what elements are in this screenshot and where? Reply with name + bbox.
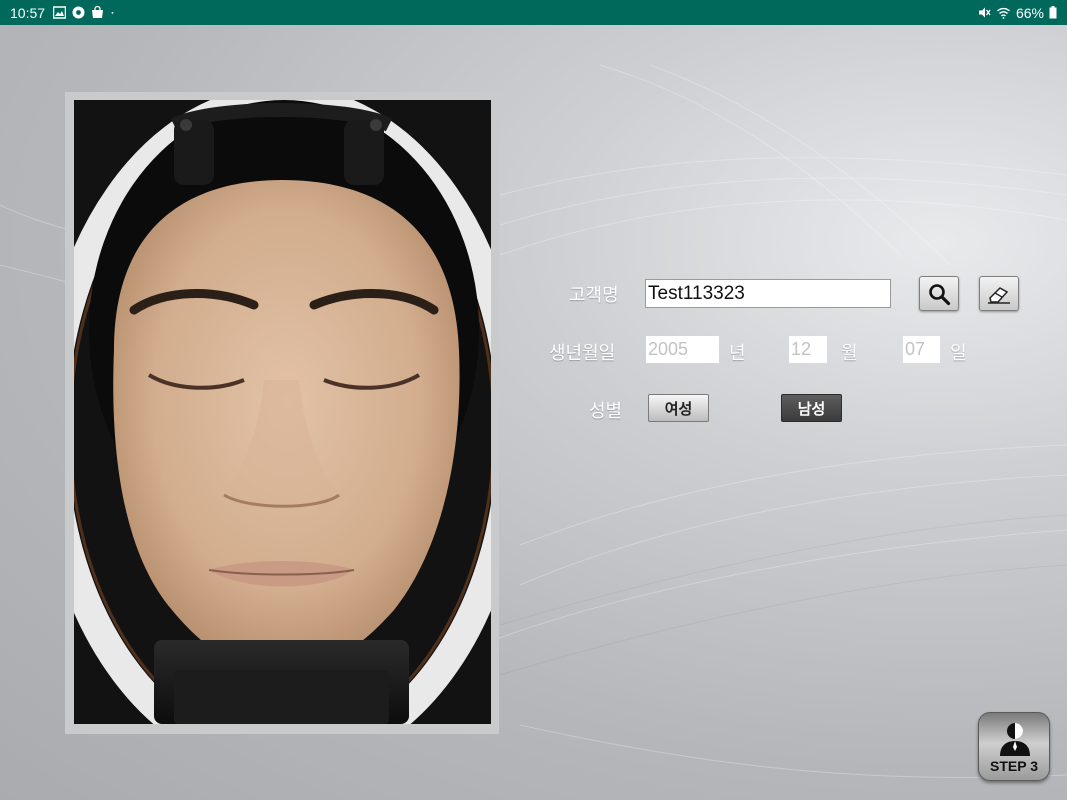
year-unit: 년 (729, 343, 746, 364)
notification-icons (53, 6, 118, 19)
status-right: 66% (978, 0, 1057, 25)
birthdate-label: 생년월일 (549, 343, 616, 364)
search-icon (929, 283, 951, 305)
image-icon (53, 6, 67, 19)
face-photo (74, 100, 491, 724)
clear-button[interactable] (979, 276, 1019, 311)
search-button[interactable] (919, 276, 959, 311)
battery-percent: 66% (1015, 4, 1044, 21)
chrome-icon (72, 6, 85, 19)
status-time: 10:57 (10, 4, 46, 21)
month-unit: 월 (841, 343, 858, 364)
shopping-bag-icon (92, 6, 104, 18)
gender-female-button[interactable]: 여성 (648, 394, 709, 422)
birth-month-input[interactable] (789, 336, 827, 363)
status-bar: 10:57 66% (0, 0, 1067, 25)
mute-icon (978, 7, 991, 18)
birth-day-input[interactable] (903, 336, 940, 363)
step-label: STEP 3 (990, 758, 1038, 774)
customer-name-label: 고객명 (569, 285, 619, 306)
customer-name-input[interactable] (645, 279, 891, 308)
birth-year-input[interactable] (646, 336, 719, 363)
battery-icon (1049, 6, 1057, 19)
dot-icon (111, 11, 114, 14)
step-3-button[interactable]: STEP 3 (978, 712, 1050, 781)
gender-label: 성별 (589, 401, 623, 422)
day-unit: 일 (950, 343, 967, 364)
gender-male-button[interactable]: 남성 (781, 394, 842, 422)
wifi-icon (996, 7, 1010, 19)
person-icon (1000, 723, 1030, 756)
eraser-icon (988, 286, 1010, 304)
